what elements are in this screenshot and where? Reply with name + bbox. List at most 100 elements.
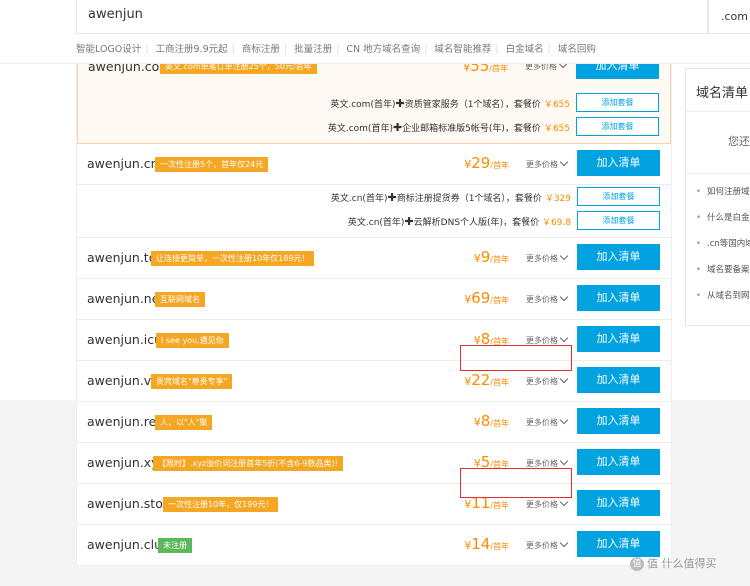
- divider: [686, 173, 750, 174]
- watermark-text: 值 什么值得买: [647, 557, 717, 570]
- more-prices-toggle[interactable]: 更多价格: [526, 292, 569, 305]
- highlight-box-icu: [460, 345, 572, 371]
- currency: ¥: [473, 252, 481, 265]
- domain-price: ¥69/首年: [464, 289, 509, 307]
- more-label: 更多价格: [526, 254, 558, 263]
- add-to-list-button[interactable]: 加入清单: [577, 367, 660, 393]
- faq-link[interactable]: 域名要备案: [696, 263, 750, 275]
- more-label: 更多价格: [526, 418, 558, 427]
- faq-link[interactable]: 如何注册域: [696, 185, 750, 197]
- add-to-list-button[interactable]: 加入清单: [577, 449, 660, 475]
- quick-links: 智能LOGO设计 | 工商注册9.9元起 | 商标注册 | 批量注册 | CN 地方域名…: [76, 44, 596, 55]
- domain-price: ¥9/首年: [474, 248, 509, 266]
- more-prices-toggle[interactable]: 更多价格: [526, 497, 569, 510]
- suffix-select[interactable]: .com: [708, 0, 750, 34]
- price-unit: /首年: [490, 296, 509, 305]
- quick-link[interactable]: 商标注册: [242, 44, 280, 55]
- domain-price: ¥14/首年: [464, 535, 509, 553]
- price-value: 22: [471, 371, 491, 389]
- price-value: 14: [471, 535, 491, 553]
- divider: [686, 111, 750, 112]
- price-value: 69: [471, 289, 491, 307]
- package-price: ￥69.8: [541, 218, 571, 228]
- price-unit: /首年: [489, 64, 508, 73]
- add-to-list-button[interactable]: 加入清单: [577, 150, 660, 176]
- package-price: ￥329: [544, 194, 571, 204]
- search-header: awenjun .com 智能LOGO设计 | 工商注册9.9元起 | 商标注册 | …: [0, 0, 750, 64]
- plus-icon: ✚: [387, 191, 397, 204]
- add-package-button[interactable]: 添加套餐: [576, 117, 659, 136]
- plus-icon: ✚: [404, 215, 414, 228]
- more-prices-toggle[interactable]: 更多价格: [526, 415, 569, 428]
- package-price-label: ，套餐价: [504, 124, 541, 134]
- add-to-list-button[interactable]: 加入清单: [577, 531, 660, 557]
- domain-row: awenjun.xyz 【限时】.xyz溢价词注册首年5折(不含6-9数品类)! ¥…: [77, 443, 671, 484]
- more-prices-toggle[interactable]: 更多价格: [526, 538, 569, 551]
- add-package-button[interactable]: 添加套餐: [577, 187, 660, 206]
- package-group: 英文.cn(首年)✚商标注册提货券（1个域名），套餐价 ￥329 添加套餐 英文.c…: [77, 185, 671, 238]
- domain-row: awenjun.ren 人，以"人"聚 ¥8/首年 更多价格 加入清单: [77, 402, 671, 443]
- package-price-label: ，套餐价: [503, 218, 540, 228]
- domain-row: awenjun.icu I see you,遇见你 ¥8/首年 更多价格 加入清单: [77, 320, 671, 361]
- promo-tag: 互联网域名: [155, 292, 205, 307]
- more-prices-toggle[interactable]: 更多价格: [526, 374, 569, 387]
- package-description: 英文.cn(首年)✚云解析DNS个人版(年)，套餐价 ￥69.8: [348, 215, 571, 228]
- add-to-list-button[interactable]: 加入清单: [577, 285, 660, 311]
- domain-name: awenjun.icu: [87, 332, 163, 347]
- faq-link[interactable]: 从域名到网: [696, 289, 750, 301]
- more-label: 更多价格: [526, 541, 558, 550]
- quick-link[interactable]: 域名智能推荐: [434, 44, 491, 55]
- add-package-button[interactable]: 添加套餐: [577, 211, 660, 230]
- package-description: 英文.com(首年)✚资质管家服务（1个域名），套餐价 ￥655: [330, 97, 570, 110]
- faq-link[interactable]: .cn等国内域: [696, 237, 750, 249]
- cart-empty-text: 您还: [728, 135, 750, 148]
- quick-link[interactable]: 工商注册9.9元起: [156, 44, 228, 55]
- package-item-b: 资质管家服务（1个域名）: [404, 100, 505, 110]
- chevron-down-icon: [559, 251, 569, 261]
- price-unit: /首年: [490, 419, 509, 428]
- promo-tag: 让连接更简单，一次性注册10年仅189元！: [151, 251, 315, 266]
- more-label: 更多价格: [526, 295, 558, 304]
- chevron-down-icon: [559, 374, 569, 384]
- price-value: 29: [471, 154, 491, 172]
- package-item-b: 云解析DNS个人版(年): [413, 218, 504, 228]
- domain-name: awenjun.net: [87, 291, 165, 306]
- add-to-list-button[interactable]: 加入清单: [577, 244, 660, 270]
- quick-link[interactable]: 白金域名: [506, 44, 544, 55]
- more-prices-toggle[interactable]: 更多价格: [526, 157, 569, 170]
- package-price-label: ，套餐价: [505, 194, 542, 204]
- promo-tag: I see you,遇见你: [156, 333, 229, 348]
- more-label: 更多价格: [526, 500, 558, 509]
- quick-link[interactable]: CN 地方域名查询: [346, 44, 420, 55]
- quick-link[interactable]: 批量注册: [294, 44, 332, 55]
- add-to-list-button[interactable]: 加入清单: [577, 490, 660, 516]
- quick-link[interactable]: 域名回购: [558, 44, 596, 55]
- package-item-a: 英文.com(首年): [327, 124, 393, 134]
- domain-price: ¥8/首年: [474, 412, 509, 430]
- more-prices-toggle[interactable]: 更多价格: [526, 251, 569, 264]
- quick-link[interactable]: 智能LOGO设计: [76, 44, 141, 55]
- price-value: 9: [480, 248, 491, 266]
- chevron-down-icon: [559, 415, 569, 425]
- domain-row: awenjun.vip 贵宾域名"尊贵专享" ¥22/首年 更多价格 加入清单: [77, 361, 671, 402]
- package-item-b: 商标注册提货券（1个域名）: [396, 194, 506, 204]
- search-input[interactable]: awenjun: [76, 0, 708, 34]
- promo-tag: 人，以"人"聚: [155, 415, 213, 430]
- chevron-down-icon: [559, 157, 569, 167]
- plus-icon: ✚: [392, 121, 403, 134]
- price-unit: /首年: [490, 378, 509, 387]
- package-price: ￥655: [543, 100, 570, 110]
- more-label: 更多价格: [526, 336, 558, 345]
- package-item-a: 英文.cn(首年): [347, 218, 405, 228]
- chevron-down-icon: [559, 456, 569, 466]
- add-package-button[interactable]: 添加套餐: [576, 93, 659, 112]
- promo-tag: 未注册: [158, 538, 192, 553]
- currency: ¥: [473, 416, 481, 429]
- add-to-list-button[interactable]: 加入清单: [577, 326, 660, 352]
- price-unit: /首年: [490, 542, 509, 551]
- more-label: 更多价格: [526, 459, 558, 468]
- domain-price: ¥22/首年: [464, 371, 509, 389]
- domain-result-list: awenjun.com 英文.com单笔订单注册25个，50元/首年 ¥55/首年更…: [76, 53, 672, 566]
- add-to-list-button[interactable]: 加入清单: [577, 408, 660, 434]
- faq-link[interactable]: 什么是白金: [696, 211, 750, 223]
